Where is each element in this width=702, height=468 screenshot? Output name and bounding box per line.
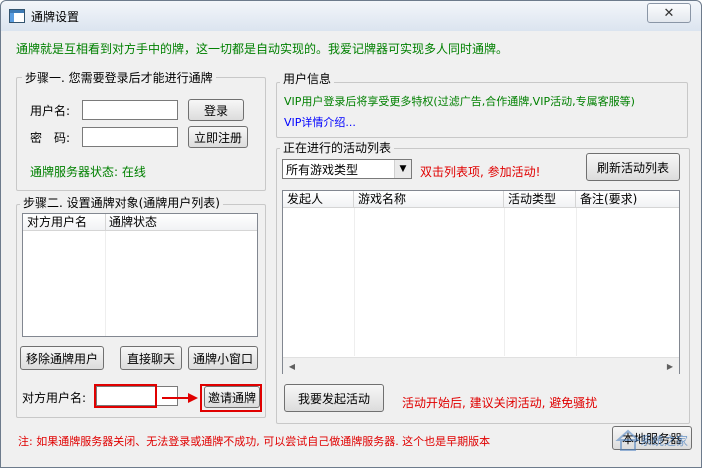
chat-button[interactable]: 直接聊天 — [120, 346, 182, 370]
contacts-list[interactable]: 对方用户名 通牌状态 — [22, 213, 258, 337]
login-button[interactable]: 登录 — [188, 99, 244, 121]
col-game-name[interactable]: 游戏名称 — [354, 191, 504, 207]
username-label: 用户名: — [30, 104, 71, 118]
col-notes[interactable]: 备注(要求) — [576, 191, 679, 207]
opponent-label: 对方用户名: — [22, 391, 87, 405]
vip-text: VIP用户登录后将享受更多特权(过滤广告,合作通牌,VIP活动,专属客服等) — [284, 95, 635, 108]
window-title: 通牌设置 — [31, 10, 80, 24]
register-button[interactable]: 立即注册 — [188, 126, 248, 148]
col-opponent-user[interactable]: 对方用户名 — [23, 214, 106, 230]
step2-legend: 步骤二. 设置通牌对象(通牌用户列表) — [20, 194, 223, 211]
scroll-left-icon[interactable]: ◀ — [284, 359, 300, 373]
col-status[interactable]: 通牌状态 — [105, 214, 257, 230]
footer-note: 注: 如果通牌服务器关闭、无法登录或通牌不成功, 可以尝试自己做通牌服务器. 这… — [18, 435, 491, 448]
title-bar[interactable]: 通牌设置 ✕ — [1, 1, 701, 31]
intro-text: 通牌就是互相看到对方手中的牌，这一切都是自动实现的。我爱记牌器可实现多人同时通牌… — [16, 42, 509, 56]
column-divider — [105, 231, 106, 336]
activities-header: 发起人 游戏名称 活动类型 备注(要求) — [283, 191, 679, 208]
start-activity-hint: 活动开始后, 建议关闭活动, 避免骚扰 — [402, 396, 598, 410]
column-divider — [354, 208, 355, 356]
dropdown-arrow-icon[interactable]: ▼ — [394, 160, 411, 178]
column-divider — [504, 208, 505, 356]
close-button[interactable]: ✕ — [647, 3, 691, 23]
app-icon — [9, 9, 25, 23]
watermark-logo: 系统之家 — [612, 426, 696, 454]
col-activity-type[interactable]: 活动类型 — [504, 191, 576, 207]
contacts-header: 对方用户名 通牌状态 — [23, 214, 257, 231]
game-type-select[interactable]: 所有游戏类型 ▼ — [282, 159, 412, 179]
password-input[interactable] — [82, 127, 178, 147]
activities-legend: 正在进行的活动列表 — [280, 139, 395, 156]
remove-user-button[interactable]: 移除通牌用户 — [20, 346, 104, 370]
activity-hint: 双击列表项, 参加活动! — [420, 165, 541, 179]
step1-legend: 步骤一. 您需要登录后才能进行通牌 — [22, 69, 216, 86]
refresh-activities-button[interactable]: 刷新活动列表 — [586, 153, 680, 181]
game-type-selected: 所有游戏类型 — [286, 162, 359, 177]
scroll-right-icon[interactable]: ▶ — [662, 359, 678, 373]
password-label: 密 码: — [30, 131, 71, 145]
highlight-box-invite — [200, 384, 262, 412]
activities-list[interactable]: 发起人 游戏名称 活动类型 备注(要求) ◀ ▶ — [282, 190, 680, 374]
horizontal-scrollbar[interactable]: ◀ ▶ — [283, 357, 679, 374]
vip-link[interactable]: VIP详情介绍... — [284, 114, 356, 130]
start-activity-button[interactable]: 我要发起活动 — [284, 384, 384, 412]
username-input[interactable] — [82, 100, 178, 120]
column-divider — [576, 208, 577, 356]
col-initiator[interactable]: 发起人 — [283, 191, 354, 207]
annotation-arrow-icon — [162, 393, 198, 403]
mini-window-button[interactable]: 通牌小窗口 — [188, 346, 258, 370]
user-info-legend: 用户信息 — [280, 70, 335, 87]
watermark-text: 系统之家 — [640, 434, 689, 448]
highlight-box-input — [94, 384, 157, 408]
server-status: 通牌服务器状态: 在线 — [30, 165, 146, 179]
